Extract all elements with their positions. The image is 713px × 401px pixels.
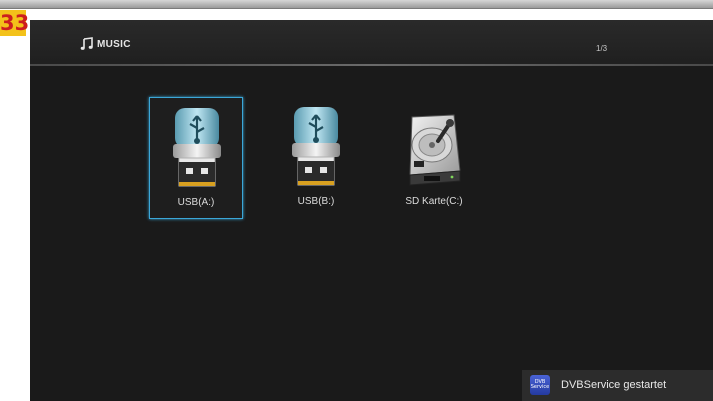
hard-drive-icon [409,114,461,186]
header-bar: MUSIC 1/3 [30,20,713,70]
device-tile-usb-b[interactable]: USB(B:) [269,97,363,219]
notification-message: DVBService gestartet [561,379,667,391]
device-tile-usb-a[interactable]: USB(A:) [149,97,243,219]
device-label: USB(B:) [297,196,335,207]
page-indicator: 1/3 [596,44,608,53]
usb-drive-icon [292,107,340,186]
usb-drive-icon [173,108,221,187]
media-browser-screen: MUSIC 1/3 USB(A:) USB(B:) SD Karte(C:) D… [30,20,713,401]
notification-toast: DVB Service DVBService gestartet [522,370,713,401]
section-title: MUSIC [97,39,131,50]
device-label: SD Karte(C:) [405,196,463,207]
device-tile-sd-karte[interactable]: SD Karte(C:) [387,97,481,219]
device-label: USB(A:) [177,197,215,208]
dvb-icon-text-line2: Service [530,384,550,390]
music-note-icon [80,37,93,50]
dvb-service-icon: DVB Service [530,375,550,395]
device-grid: USB(A:) USB(B:) SD Karte(C:) [30,66,713,401]
step-number-badge: 33 [0,10,30,36]
top-strip [0,0,713,9]
